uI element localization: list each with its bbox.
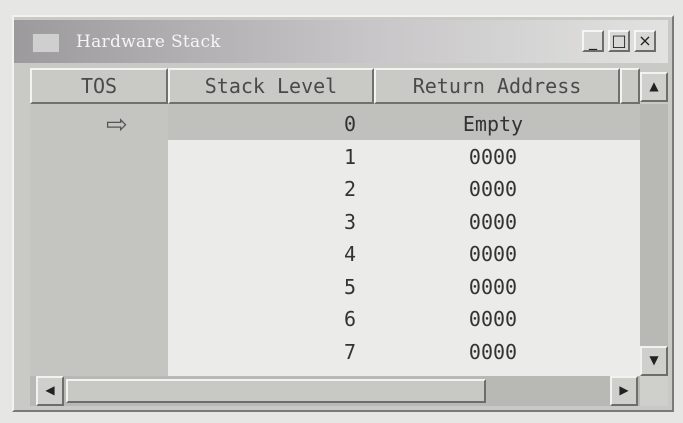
column-header-tos[interactable]: TOS <box>30 68 168 104</box>
tos-pointer-icon: ⇨ <box>106 110 128 140</box>
scroll-right-button[interactable]: ▶ <box>610 376 638 406</box>
return-address-cell[interactable]: 0000 <box>433 275 553 299</box>
stack-level-cell: 4 <box>343 242 356 266</box>
return-address-cell[interactable]: 0000 <box>433 340 553 364</box>
stack-level-cell: 5 <box>343 274 356 299</box>
scroll-up-button[interactable]: ▲ <box>640 72 668 102</box>
tos-column <box>30 104 168 376</box>
stack-level-cell: 2 <box>343 177 356 201</box>
title-bar[interactable]: Hardware Stack _ □ × <box>14 20 668 63</box>
app-icon <box>32 33 60 53</box>
return-address-cell[interactable]: 0000 <box>433 307 553 331</box>
stack-level-cell: 7 <box>343 339 356 364</box>
resize-grip-icon[interactable] <box>640 376 668 406</box>
close-button[interactable]: × <box>634 30 656 52</box>
vertical-scrollbar[interactable] <box>640 104 668 376</box>
return-address-cell[interactable]: 0000 <box>433 177 553 201</box>
scroll-down-button[interactable]: ▼ <box>640 346 668 376</box>
column-header-return-address[interactable]: Return Address <box>374 68 620 104</box>
stack-level-cell: 6 <box>343 307 356 331</box>
selected-row-band <box>168 104 640 140</box>
return-address-cell[interactable]: Empty <box>433 112 553 136</box>
maximize-button[interactable]: □ <box>608 30 630 52</box>
return-address-cell[interactable]: 0000 <box>433 145 553 169</box>
stack-level-cell: 3 <box>343 209 356 234</box>
column-header-stack-level[interactable]: Stack Level <box>168 68 374 104</box>
return-address-cell[interactable]: 0000 <box>433 242 553 266</box>
return-address-cell[interactable]: 0000 <box>433 210 553 234</box>
horizontal-scroll-thumb[interactable] <box>66 379 486 403</box>
minimize-button[interactable]: _ <box>582 30 604 52</box>
stack-level-cell: 1 <box>343 144 356 169</box>
column-header-spacer <box>620 68 640 104</box>
stack-level-cell: 0 <box>343 112 356 136</box>
window-title: Hardware Stack <box>76 32 221 52</box>
stack-table-body <box>168 140 640 376</box>
scroll-left-button[interactable]: ◀ <box>36 376 64 406</box>
